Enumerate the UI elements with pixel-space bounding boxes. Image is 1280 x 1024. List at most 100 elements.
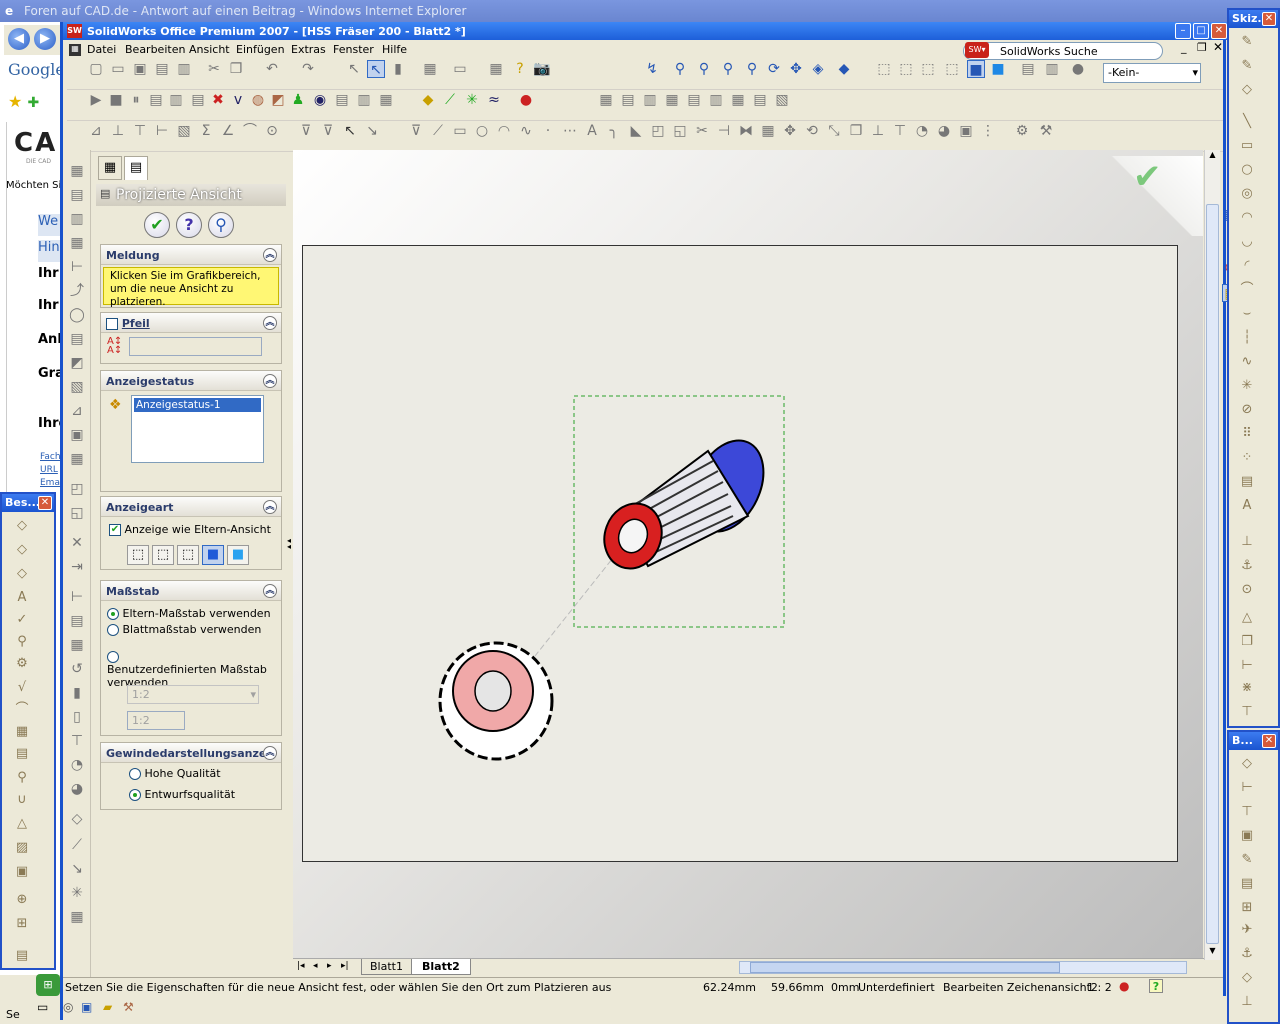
eltern-massstab-radio[interactable] <box>107 608 119 620</box>
anzeigestatus-item[interactable]: Anzeigestatus-1 <box>134 398 261 412</box>
anzeigestatus-header[interactable]: Anzeigestatus ︽ <box>101 371 281 391</box>
user-icon[interactable]: ♟ <box>289 91 307 109</box>
collapse-icon[interactable]: ︽ <box>263 746 277 760</box>
view-orientation-icon[interactable]: ◆ <box>835 60 853 78</box>
ql-folder-icon[interactable]: ▰ <box>103 1000 112 1014</box>
doc-minimize-icon[interactable]: _ <box>1181 41 1187 54</box>
scale-select[interactable]: 1:2 ▾ <box>127 685 259 704</box>
collapse-icon[interactable]: ︽ <box>263 374 277 388</box>
smart-dim-icon[interactable]: ⊥ <box>109 122 127 140</box>
shaded-mode-icon[interactable]: ■ <box>227 545 249 565</box>
block-insert-icon[interactable]: ⊢ <box>1239 780 1255 796</box>
clock-icon[interactable]: ◉ <box>311 91 329 109</box>
alt-position-icon[interactable]: ▧ <box>773 91 791 109</box>
warning-icon[interactable]: △ <box>14 816 30 832</box>
sketch-pattern-icon[interactable]: ⋮ <box>979 122 997 140</box>
strip-extend-icon[interactable]: ⇥ <box>68 558 86 576</box>
strip-tool-icon[interactable]: ◰ <box>68 480 86 498</box>
menu-hilfe[interactable]: Hilfe <box>382 43 407 56</box>
pfeil-checkbox[interactable] <box>106 318 118 330</box>
hidden-lines-removed-icon[interactable]: ⬚ <box>919 60 937 78</box>
anzeigeart-header[interactable]: Anzeigeart ︽ <box>101 497 281 517</box>
block-edit-icon[interactable]: ⊤ <box>1239 804 1255 820</box>
check-icon[interactable]: √ <box>14 680 30 696</box>
trim-icon[interactable]: ✂ <box>693 122 711 140</box>
strip-fillet-icon[interactable]: ◔ <box>68 756 86 774</box>
drawing-sheet[interactable] <box>302 245 1178 862</box>
ql-tool-icon[interactable]: ⚒ <box>123 1000 134 1014</box>
sketch-chamfer-icon[interactable]: ◕ <box>935 122 953 140</box>
scroll-down-icon[interactable]: ▼ <box>1205 946 1220 960</box>
centerline-tool-icon[interactable]: ⋯ <box>561 122 579 140</box>
doc-icon[interactable]: ▦ <box>69 44 81 56</box>
extend-icon[interactable]: ⊣ <box>715 122 733 140</box>
ellipse-icon[interactable]: ⌒ <box>1239 282 1255 298</box>
edit-macro-icon[interactable]: ▥ <box>167 91 185 109</box>
note-icon[interactable]: ◇ <box>14 518 30 534</box>
confirm-check-icon[interactable]: ✔ <box>1133 157 1162 197</box>
document-icon[interactable]: ▤ <box>147 91 165 109</box>
projected-view-icon[interactable]: ▥ <box>641 91 659 109</box>
parabola-icon[interactable]: ⌣ <box>1239 306 1255 322</box>
block-rebuild-icon[interactable]: ▤ <box>1239 876 1255 892</box>
strip-aux-icon[interactable]: ▦ <box>68 234 86 252</box>
shadow-icon[interactable]: ▤ <box>1019 60 1037 78</box>
strip-pattern-icon[interactable]: ▤ <box>68 612 86 630</box>
ie-link[interactable]: Fach <box>40 452 61 462</box>
collapse-icon[interactable]: ︽ <box>263 316 277 330</box>
pointer-icon[interactable]: ↘ <box>363 122 381 140</box>
block-icon[interactable]: ▣ <box>14 864 30 880</box>
solidworks-logo-icon[interactable]: SW <box>67 24 82 38</box>
rebuild-status-icon[interactable]: ● <box>1119 979 1129 993</box>
model-view-icon[interactable]: ▤ <box>619 91 637 109</box>
scale-icon[interactable]: ⊤ <box>1239 704 1255 720</box>
section-view-icon[interactable]: ◈ <box>809 60 827 78</box>
strip-snap-icon[interactable]: ✳ <box>68 884 86 902</box>
surface-finish-icon[interactable]: ⌒ <box>14 702 30 718</box>
grid-icon[interactable]: ▦ <box>421 60 439 78</box>
tool-extra-icon[interactable]: ⚙ <box>1013 122 1031 140</box>
vb-icon[interactable]: v <box>229 91 247 109</box>
line-icon[interactable]: ╲ <box>1239 114 1255 130</box>
mirror-icon[interactable]: ⋇ <box>1239 680 1255 696</box>
strip-chamfer-icon[interactable]: ◕ <box>68 780 86 798</box>
anzeigestatus-list[interactable]: Anzeigestatus-1 <box>131 395 264 463</box>
rectangle-icon[interactable]: ▭ <box>1239 138 1255 154</box>
strip-scale-icon[interactable]: ▯ <box>68 708 86 726</box>
ie-link[interactable]: Ema <box>40 478 60 488</box>
first-sheet-icon[interactable]: |◂ <box>297 961 305 971</box>
hidden-removed-mode-icon[interactable]: ⬚ <box>177 545 199 565</box>
strip-layer-icon[interactable]: ▦ <box>68 908 86 926</box>
spline-icon[interactable]: ∿ <box>1239 354 1255 370</box>
trim-icon[interactable]: ⊢ <box>1239 658 1255 674</box>
block-explode-icon[interactable]: ✎ <box>1239 852 1255 868</box>
last-sheet-icon[interactable]: ▸| <box>341 961 349 971</box>
rotate-entity-icon[interactable]: ⟲ <box>803 122 821 140</box>
new-icon[interactable]: ▢ <box>87 60 105 78</box>
strip-view-icon[interactable]: ▦ <box>68 162 86 180</box>
cards-icon[interactable]: ▦ <box>377 91 395 109</box>
block-add-icon[interactable]: ⊞ <box>1239 900 1255 916</box>
menu-datei[interactable]: Datei <box>87 43 116 56</box>
strip-detail-icon[interactable]: ⤴ <box>68 282 86 300</box>
zoom-in-icon[interactable]: ⚲ <box>719 60 737 78</box>
center-mark-icon[interactable]: ⊕ <box>14 892 30 908</box>
pan-icon[interactable]: ✥ <box>787 60 805 78</box>
sheet-icon[interactable]: ▦ <box>487 60 505 78</box>
projected-gear-view[interactable] <box>595 429 777 577</box>
copy-entity-icon[interactable]: ❐ <box>847 122 865 140</box>
strip-section-icon[interactable]: ⊢ <box>68 258 86 276</box>
strip-crop-icon[interactable]: ◩ <box>68 354 86 372</box>
fillet-icon[interactable]: ╮ <box>605 122 623 140</box>
print-preview-icon[interactable]: ▥ <box>175 60 193 78</box>
redo-icon[interactable]: ↷ <box>299 60 317 78</box>
spline-icon[interactable]: ∿ <box>517 122 535 140</box>
sheet-tab-blatt1[interactable]: Blatt1 <box>361 959 412 975</box>
blatt-massstab-radio[interactable] <box>107 624 119 636</box>
pfeil-header[interactable]: Pfeil ︽ <box>101 313 281 333</box>
anzeigeart-checkbox-row[interactable]: ✔ Anzeige wie Eltern-Ansicht <box>109 523 271 536</box>
wireframe-icon[interactable]: ⬚ <box>875 60 893 78</box>
copy-icon[interactable]: ❐ <box>1239 634 1255 650</box>
table-icon[interactable]: ▤ <box>14 746 30 762</box>
circle2-icon[interactable]: ◎ <box>1239 186 1255 202</box>
